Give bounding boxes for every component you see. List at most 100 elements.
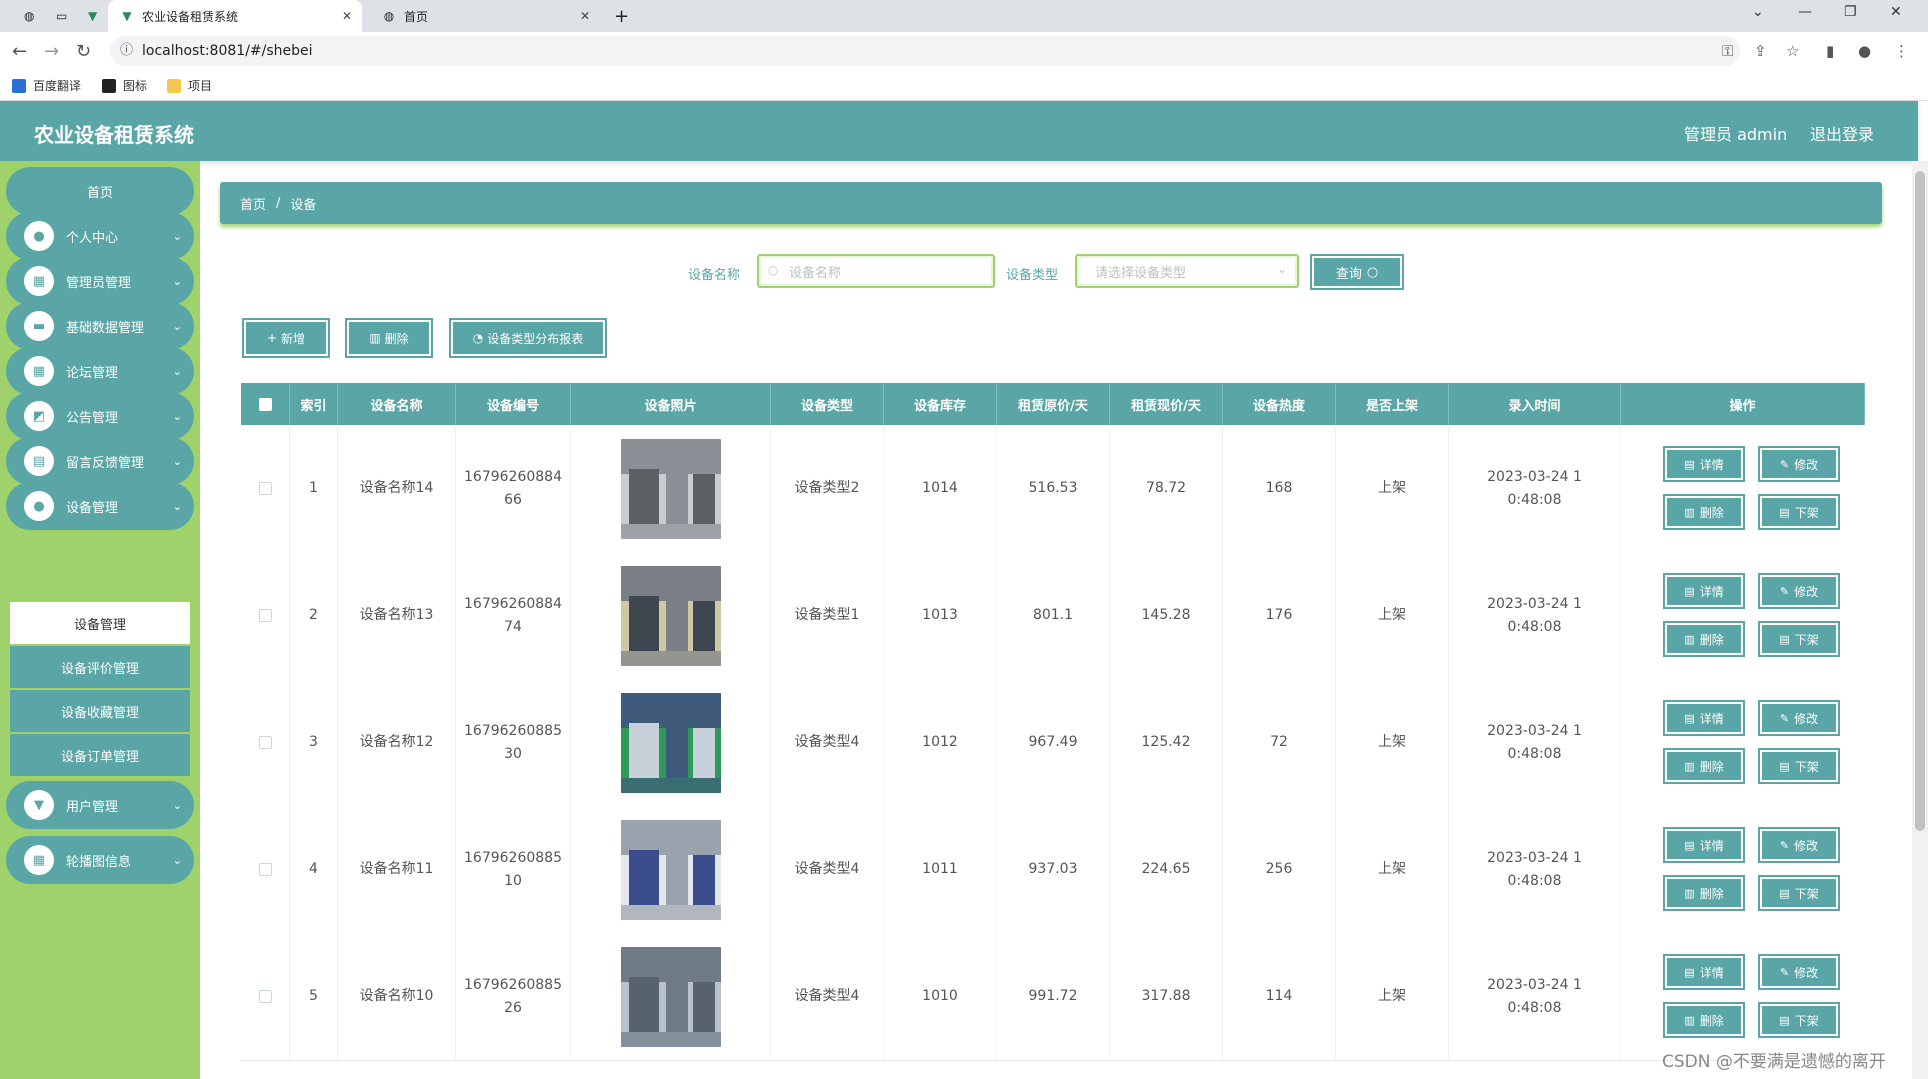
- detail-button[interactable]: ▤ 详情: [1663, 446, 1745, 482]
- row-checkbox[interactable]: [258, 736, 272, 749]
- unshelf-button[interactable]: ▤ 下架: [1758, 748, 1840, 784]
- document-icon: ▤: [1684, 711, 1695, 725]
- time-line1: 2023-03-24 1: [1487, 976, 1582, 993]
- row-checkbox[interactable]: [258, 609, 272, 622]
- tab-search-icon[interactable]: ⌄: [1752, 4, 1764, 20]
- sidebar-item-轮播图信息[interactable]: ▦ 轮播图信息 ⌄: [6, 836, 194, 884]
- button-label: 删除: [1699, 759, 1724, 774]
- orig-price-text: 937.03: [1028, 861, 1078, 877]
- device-type-label: 设备类型: [1006, 268, 1059, 283]
- orig-price-cell: 991.72: [997, 933, 1110, 1060]
- row-delete-button[interactable]: ▥ 删除: [1663, 748, 1745, 784]
- tab-inactive[interactable]: ◍ 首页 ✕: [370, 0, 600, 32]
- edit-button[interactable]: ✎ 修改: [1758, 700, 1840, 736]
- type-cell: 设备类型4: [771, 933, 884, 1060]
- close-tab-icon[interactable]: ✕: [342, 9, 352, 23]
- unshelf-button[interactable]: ▤ 下架: [1758, 875, 1840, 911]
- time-cell: 2023-03-24 1 0:48:08: [1449, 806, 1621, 933]
- row-checkbox[interactable]: [258, 482, 272, 495]
- select-all-checkbox[interactable]: [258, 397, 272, 411]
- edit-button[interactable]: ✎ 修改: [1758, 954, 1840, 990]
- sidebar-item-论坛管理[interactable]: ▦ 论坛管理 ⌄: [6, 347, 194, 395]
- row-delete-button[interactable]: ▥ 删除: [1663, 621, 1745, 657]
- sidebar-item-label: 管理员管理: [66, 275, 132, 291]
- time-cell: 2023-03-24 1 0:48:08: [1449, 679, 1621, 806]
- sidebar-item-用户管理[interactable]: ▼ 用户管理 ⌄: [6, 781, 194, 829]
- operations-cell: ▤ 详情 ✎ 修改 ▥ 删除 ▤ 下架: [1621, 933, 1865, 1060]
- submenu-item[interactable]: 设备管理: [10, 602, 190, 644]
- detail-button[interactable]: ▤ 详情: [1663, 700, 1745, 736]
- close-tab-icon[interactable]: ✕: [580, 9, 590, 23]
- type-report-button[interactable]: ◔ 设备类型分布报表: [449, 318, 607, 358]
- sidebar-item-label: 个人中心: [66, 230, 119, 246]
- edit-button[interactable]: ✎ 修改: [1758, 446, 1840, 482]
- minimize-icon[interactable]: —: [1798, 4, 1812, 20]
- close-window-icon[interactable]: ✕: [1890, 4, 1902, 20]
- sidebar-item-个人中心[interactable]: ● 个人中心 ⌄: [6, 212, 194, 260]
- tab-favicon-extra[interactable]: ◍: [12, 0, 40, 32]
- sidebar-item-管理员管理[interactable]: ▦ 管理员管理 ⌄: [6, 257, 194, 305]
- new-tab-icon[interactable]: +: [614, 0, 629, 32]
- device-name-input[interactable]: ○ 设备名称: [757, 254, 995, 288]
- menu-dots-icon[interactable]: ⋮: [1894, 42, 1909, 60]
- submenu-item[interactable]: 设备收藏管理: [10, 690, 190, 732]
- row-delete-button[interactable]: ▥ 删除: [1663, 1002, 1745, 1038]
- reload-icon[interactable]: ↻: [76, 41, 91, 62]
- bookmark-item[interactable]: 图标: [102, 77, 147, 94]
- detail-button[interactable]: ▤ 详情: [1663, 573, 1745, 609]
- device-photo: [620, 819, 721, 920]
- scrollbar-thumb[interactable]: [1915, 171, 1925, 831]
- submenu-item[interactable]: 设备订单管理: [10, 734, 190, 776]
- sidebar-item-home[interactable]: 首页: [6, 167, 194, 215]
- detail-button[interactable]: ▤ 详情: [1663, 827, 1745, 863]
- sidebar-item-设备管理[interactable]: ● 设备管理 ⌄: [6, 482, 194, 530]
- edit-button[interactable]: ✎ 修改: [1758, 827, 1840, 863]
- unshelf-button[interactable]: ▤ 下架: [1758, 494, 1840, 530]
- index-cell: 2: [290, 552, 338, 679]
- device-code-line1: 16796260885: [464, 849, 562, 866]
- shelf-cell: 上架: [1336, 806, 1449, 933]
- star-icon[interactable]: ☆: [1786, 42, 1799, 60]
- key-icon[interactable]: ⚿: [1722, 42, 1733, 60]
- tab-extra-blank[interactable]: ▭: [44, 0, 72, 32]
- row-checkbox[interactable]: [258, 990, 272, 1003]
- orig-price-cell: 967.49: [997, 679, 1110, 806]
- sidepanel-icon[interactable]: ▮: [1826, 42, 1834, 60]
- bookmark-item[interactable]: 百度翻译: [12, 77, 81, 94]
- submenu-item[interactable]: 设备评价管理: [10, 646, 190, 688]
- row-checkbox[interactable]: [258, 863, 272, 876]
- operations-cell: ▤ 详情 ✎ 修改 ▥ 删除 ▤ 下架: [1621, 806, 1865, 933]
- row-delete-button[interactable]: ▥ 删除: [1663, 875, 1745, 911]
- stock-cell: 1011: [884, 806, 997, 933]
- delete-button[interactable]: ▥ 删除: [345, 318, 433, 358]
- bookmark-item[interactable]: 项目: [167, 77, 212, 94]
- breadcrumb-home[interactable]: 首页: [240, 194, 266, 213]
- unshelf-button[interactable]: ▤ 下架: [1758, 1002, 1840, 1038]
- share-icon[interactable]: ⇪: [1754, 42, 1767, 60]
- tab-active[interactable]: ▼ 农业设备租赁系统 ✕: [108, 0, 362, 32]
- url-text: localhost:8081/#/shebei: [142, 43, 313, 59]
- profile-icon[interactable]: ●: [1858, 42, 1871, 60]
- add-button[interactable]: + 新增: [242, 318, 330, 358]
- sidebar-item-留言反馈管理[interactable]: ▤ 留言反馈管理 ⌄: [6, 437, 194, 485]
- device-type-select[interactable]: 请选择设备类型 ⌄: [1075, 254, 1299, 288]
- logout-link[interactable]: 退出登录: [1810, 121, 1874, 145]
- query-button[interactable]: 查询 ○: [1310, 254, 1404, 290]
- forward-icon[interactable]: →: [44, 41, 59, 62]
- column-header: 租赁现价/天: [1110, 383, 1223, 425]
- edit-button[interactable]: ✎ 修改: [1758, 573, 1840, 609]
- info-icon[interactable]: ⓘ: [120, 36, 133, 66]
- shelf-cell: 上架: [1336, 425, 1449, 552]
- name-cell: 设备名称14: [338, 425, 456, 552]
- url-field[interactable]: ⓘ localhost:8081/#/shebei: [110, 36, 1740, 66]
- sidebar-item-基础数据管理[interactable]: ▬ 基础数据管理 ⌄: [6, 302, 194, 350]
- back-icon[interactable]: ←: [12, 41, 27, 62]
- stock-cell: 1012: [884, 679, 997, 806]
- unshelf-button[interactable]: ▤ 下架: [1758, 621, 1840, 657]
- restore-icon[interactable]: ❐: [1844, 4, 1857, 20]
- sidebar-item-公告管理[interactable]: ◩ 公告管理 ⌄: [6, 392, 194, 440]
- page-scrollbar[interactable]: [1912, 161, 1928, 1079]
- row-delete-button[interactable]: ▥ 删除: [1663, 494, 1745, 530]
- tab-extra-vue[interactable]: ▼: [76, 0, 104, 32]
- detail-button[interactable]: ▤ 详情: [1663, 954, 1745, 990]
